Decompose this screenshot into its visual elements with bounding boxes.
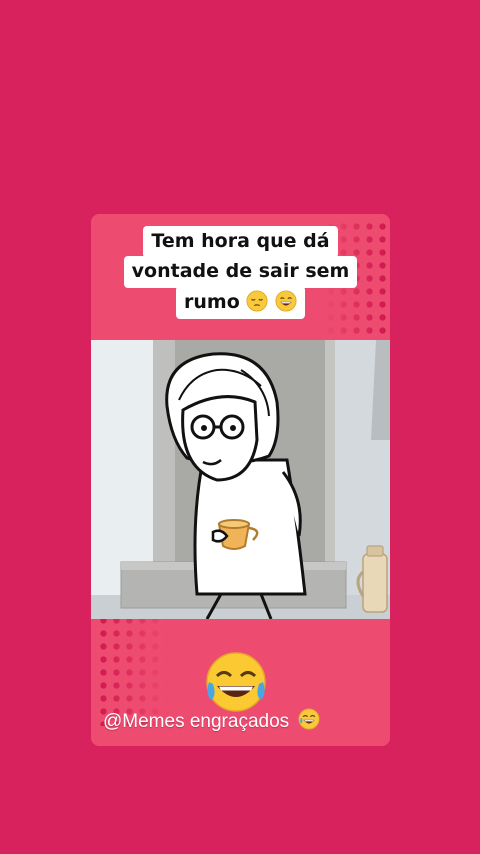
caption-line-2: vontade de sair sem: [123, 256, 358, 288]
video-frame: Tem hora que dá vontade de sair sem rumo: [0, 0, 480, 854]
pensive-face-icon: [246, 290, 268, 312]
watermark: @Memes engraçados: [103, 708, 320, 733]
meme-caption: Tem hora que dá vontade de sair sem rumo: [91, 226, 390, 319]
caption-line-1: Tem hora que dá: [143, 226, 338, 258]
tears-of-joy-emoji-icon: [206, 652, 266, 712]
caption-line-3-text: rumo: [184, 291, 240, 313]
meme-card: Tem hora que dá vontade de sair sem rumo: [91, 214, 390, 746]
caption-line-3: rumo: [176, 286, 305, 319]
laughing-emoji-icon: [298, 708, 320, 730]
cartoon-scene: [91, 340, 390, 619]
watermark-text: @Memes engraçados: [103, 711, 290, 732]
grinning-face-icon: [275, 290, 297, 312]
